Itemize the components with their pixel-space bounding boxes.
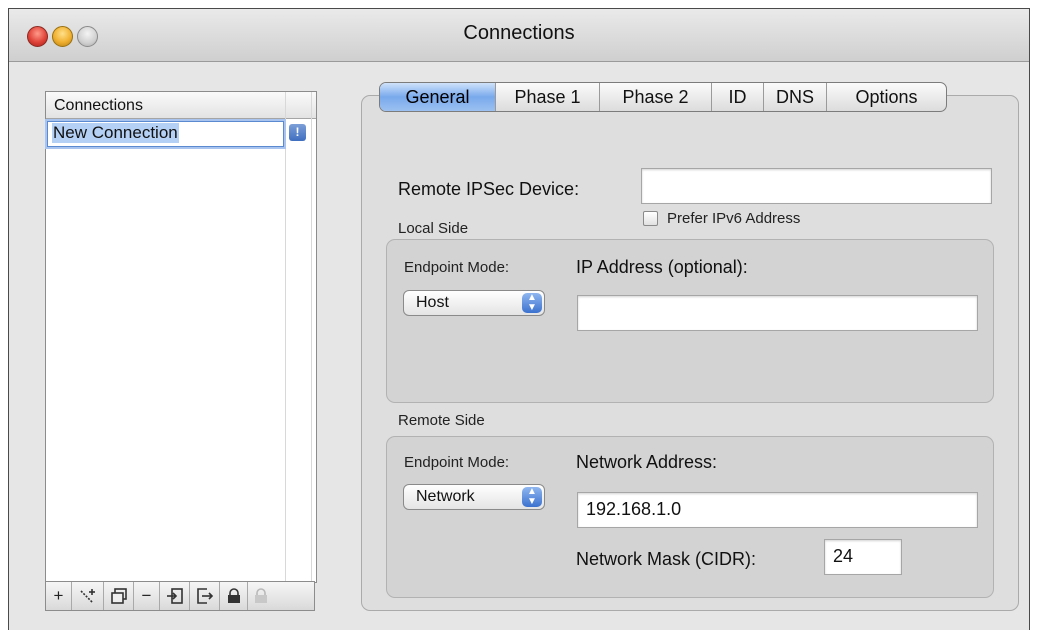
local-endpoint-mode-label: Endpoint Mode: bbox=[404, 259, 510, 276]
unlock-button[interactable] bbox=[248, 582, 274, 610]
remote-ipsec-device-input[interactable] bbox=[641, 168, 992, 204]
network-address-label: Network Address: bbox=[576, 452, 718, 472]
local-ip-address-input[interactable] bbox=[577, 295, 978, 331]
unlock-icon bbox=[255, 588, 267, 603]
local-side-heading: Local Side bbox=[398, 220, 469, 237]
connections-list-header: Connections bbox=[46, 92, 316, 119]
export-button[interactable] bbox=[190, 582, 220, 610]
up-down-arrows-icon: ▲ ▼ bbox=[522, 293, 542, 313]
window-title: Connections bbox=[463, 22, 575, 44]
remote-endpoint-mode-select[interactable]: Network ▲ ▼ bbox=[403, 484, 545, 510]
network-mask-label: Network Mask (CIDR): bbox=[576, 549, 757, 569]
network-address-input[interactable]: 192.168.1.0 bbox=[577, 492, 978, 528]
remote-endpoint-mode-value: Network bbox=[416, 488, 475, 505]
remote-side-heading: Remote Side bbox=[398, 412, 485, 429]
tab-dns[interactable]: DNS bbox=[763, 83, 826, 111]
list-toolbar: + − bbox=[45, 581, 315, 611]
local-ip-address-label: IP Address (optional): bbox=[576, 257, 748, 277]
lock-icon bbox=[227, 588, 240, 603]
network-mask-input[interactable]: 24 bbox=[824, 539, 902, 575]
connections-column-header[interactable]: Connections bbox=[54, 97, 143, 115]
connection-name: New Connection bbox=[52, 123, 179, 143]
add-connection-button[interactable]: + bbox=[46, 582, 72, 610]
remote-endpoint-mode-label: Endpoint Mode: bbox=[404, 454, 510, 471]
export-icon bbox=[196, 588, 213, 604]
window-content: Connections New Connection ! + − General… bbox=[9, 62, 1029, 630]
tab-bar: General Phase 1 Phase 2 ID DNS Options bbox=[379, 82, 947, 112]
magic-wand-icon bbox=[79, 589, 95, 604]
import-icon bbox=[166, 588, 183, 604]
duplicate-button[interactable] bbox=[104, 582, 134, 610]
title-bar[interactable]: Connections bbox=[9, 9, 1029, 62]
lock-button[interactable] bbox=[220, 582, 248, 610]
prefer-ipv6-label[interactable]: Prefer IPv6 Address bbox=[667, 210, 800, 227]
list-item[interactable]: New Connection ! bbox=[46, 119, 316, 147]
up-down-arrows-icon: ▲ ▼ bbox=[522, 487, 542, 507]
local-endpoint-mode-select[interactable]: Host ▲ ▼ bbox=[403, 290, 545, 316]
tab-options[interactable]: Options bbox=[826, 83, 946, 111]
connection-name-field[interactable]: New Connection bbox=[47, 121, 284, 147]
remote-ipsec-device-label: Remote IPSec Device: bbox=[398, 179, 580, 199]
connections-list[interactable]: Connections New Connection ! bbox=[45, 91, 317, 583]
wizard-button[interactable] bbox=[72, 582, 104, 610]
remove-button[interactable]: − bbox=[134, 582, 160, 610]
tab-phase-1[interactable]: Phase 1 bbox=[495, 83, 599, 111]
import-button[interactable] bbox=[160, 582, 190, 610]
tab-id[interactable]: ID bbox=[711, 83, 763, 111]
connections-window: Connections Connections New Connection !… bbox=[8, 8, 1030, 630]
tab-general[interactable]: General bbox=[380, 83, 495, 111]
prefer-ipv6-checkbox[interactable] bbox=[643, 211, 658, 226]
local-endpoint-mode-value: Host bbox=[416, 294, 449, 311]
tab-phase-2[interactable]: Phase 2 bbox=[599, 83, 711, 111]
warning-icon: ! bbox=[289, 124, 306, 141]
duplicate-icon bbox=[110, 588, 127, 604]
